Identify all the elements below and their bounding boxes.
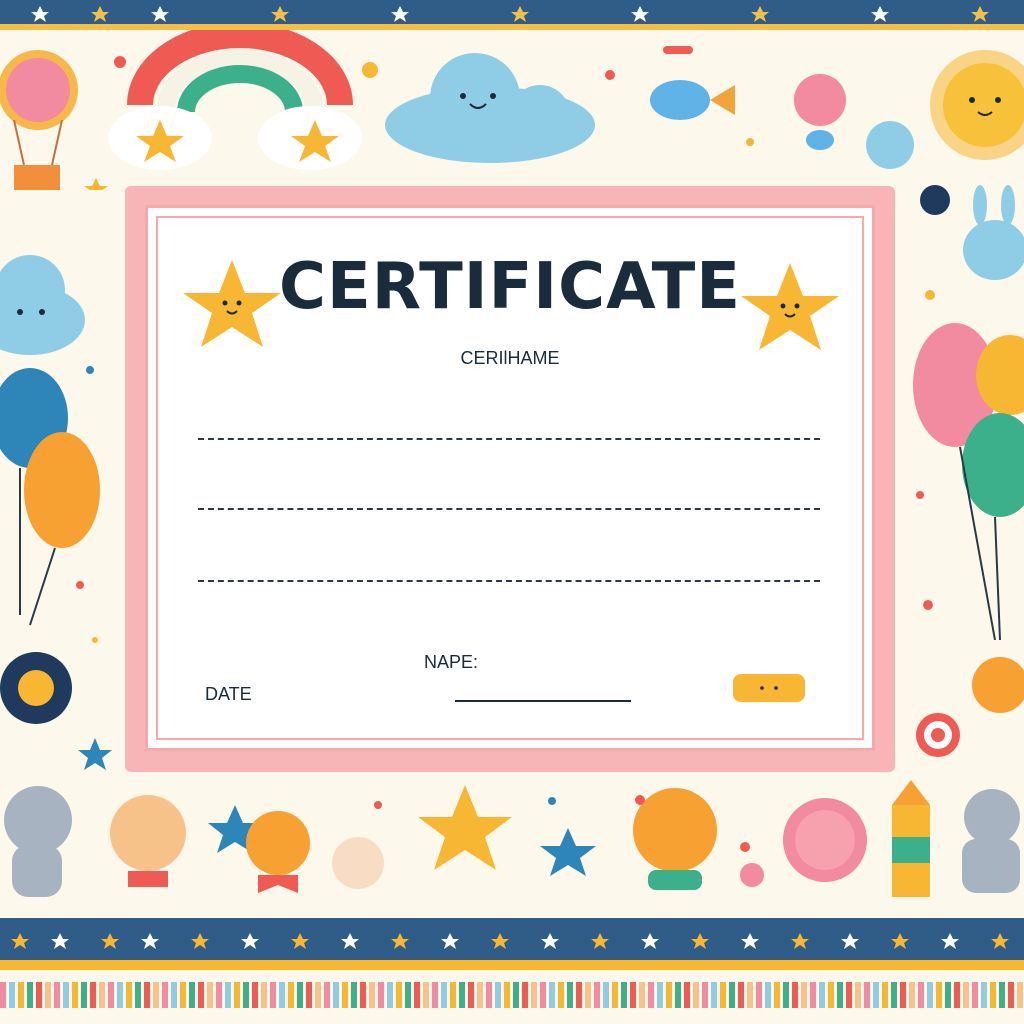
date-label: DATE	[205, 684, 252, 704]
certificate-subtitle: CERIlHAME	[460, 348, 560, 368]
rainbow-icon	[108, 30, 362, 170]
pink-creature-icon	[794, 74, 846, 150]
top-decorations	[0, 30, 1024, 190]
orange-creature-icon	[972, 657, 1024, 713]
top-border-band	[0, 0, 1024, 24]
dark-ball-icon	[920, 185, 950, 215]
bottom-color-stripes	[0, 982, 1023, 1008]
bottom-decorations	[4, 780, 1020, 897]
smiling-sun-icon	[930, 50, 1024, 160]
right-balloons-icon	[913, 323, 1024, 641]
signature-line[interactable]	[455, 700, 631, 702]
cream-creature-icon	[332, 837, 384, 889]
orange-bear-icon	[633, 788, 717, 890]
smiling-cloud-icon	[385, 53, 595, 163]
bottom-yellow-stripe	[0, 960, 1024, 970]
hot-air-balloon-icon	[0, 50, 78, 190]
crayon-icon	[892, 780, 930, 897]
name-line-3[interactable]	[198, 580, 820, 582]
lion-icon	[110, 795, 186, 887]
gray-raccoon-icon	[962, 789, 1020, 893]
blue-star-icon-2	[540, 828, 596, 876]
orange-seal-icon	[733, 674, 805, 702]
bottom-stars-decoration	[11, 933, 1009, 949]
bottom-border-band	[0, 918, 1024, 966]
star-icon	[78, 738, 112, 770]
blue-ball-icon	[866, 121, 914, 169]
name-line-1[interactable]	[198, 438, 820, 440]
name-label: NAPE:	[424, 652, 479, 672]
cupcake-icon	[740, 863, 764, 887]
left-cloud-icon	[0, 255, 85, 355]
round-face-icon	[0, 652, 72, 724]
bunny-icon	[963, 185, 1024, 280]
gray-elephant-icon	[4, 786, 72, 897]
big-star-icon	[418, 785, 512, 870]
orange-bird-icon	[246, 811, 310, 893]
pink-flower-icon	[783, 798, 867, 882]
balloons-icon	[0, 368, 100, 626]
top-stars-decoration	[31, 6, 989, 22]
name-line-2[interactable]	[198, 508, 820, 510]
certificate-title: CERTIFICATE	[279, 250, 741, 324]
left-decorations	[0, 255, 112, 770]
right-decorations	[913, 185, 1024, 757]
fish-icon	[650, 46, 735, 120]
